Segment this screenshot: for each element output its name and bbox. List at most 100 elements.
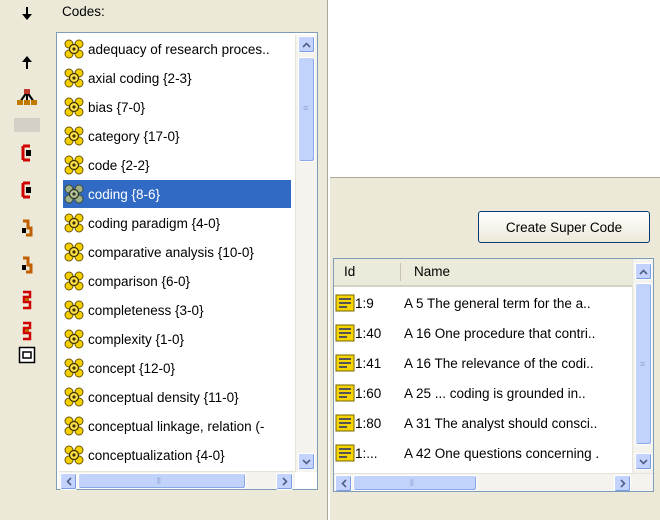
create-super-code-button[interactable]: Create Super Code (478, 211, 650, 243)
code-label: conceptual linkage, relation (- (88, 418, 265, 434)
quotations-table[interactable]: Id Name 1:9 A 5 The general term for the … (333, 258, 654, 492)
code-list-item[interactable]: comparative analysis {10-0} (63, 238, 291, 266)
code-icon (63, 357, 85, 379)
quotations-vertical-scrollbar[interactable]: ≡ (632, 259, 653, 473)
code-list-item[interactable]: conceptual density {11-0} (63, 383, 291, 411)
quotation-name: A 16 The relevance of the codi.. (404, 356, 594, 371)
code-icon (63, 154, 85, 176)
quotation-icon (335, 324, 355, 342)
code-icon (63, 270, 85, 292)
quotation-name: A 42 One questions concerning . (404, 446, 600, 461)
table-row[interactable]: 1:41 A 16 The relevance of the codi.. (334, 350, 634, 378)
scroll-thumb[interactable]: ≡ (635, 283, 652, 445)
quotation-icon (335, 444, 355, 462)
code-label: comparative analysis {10-0} (88, 244, 254, 260)
code-label: adequacy of research proces.. (88, 41, 270, 57)
table-row[interactable]: 1:... A 42 One questions concerning . (334, 440, 634, 468)
quotation-icon (335, 414, 355, 432)
quotations-horizontal-scrollbar[interactable]: ⫴ (334, 473, 653, 491)
code-label: comparison {6-0} (88, 273, 191, 289)
table-row[interactable]: 1:40 A 16 One procedure that contri.. (334, 320, 634, 348)
table-row[interactable]: 1:80 A 31 The analyst should consci.. (334, 410, 634, 438)
scroll-right-button[interactable] (614, 475, 631, 491)
scroll-left-button[interactable] (60, 473, 77, 490)
quotation-id: 1:9 (355, 296, 374, 311)
scroll-thumb[interactable]: ⫴ (78, 473, 246, 489)
orange-bracket-icon[interactable] (16, 254, 38, 276)
code-icon (63, 125, 85, 147)
code-list-item[interactable]: axial coding {2-3} (63, 64, 291, 92)
quotation-name: A 16 One procedure that contri.. (404, 326, 596, 341)
code-icon (63, 96, 85, 118)
code-label: completeness {3-0} (88, 302, 204, 318)
scroll-down-button[interactable] (298, 453, 315, 470)
quotation-icon (335, 294, 355, 312)
table-row[interactable]: 1:60 A 25 ... coding is grounded in.. (334, 380, 634, 408)
code-icon (63, 386, 85, 408)
grip-icon: ⫴ (410, 478, 414, 488)
scroll-up-button[interactable] (635, 263, 652, 280)
grip-icon: ⫴ (157, 476, 161, 486)
code-list-item[interactable]: category {17-0} (63, 122, 291, 150)
quotation-id: 1:41 (355, 356, 382, 371)
quotation-name: A 5 The general term for the a.. (404, 296, 591, 311)
red-bracket-icon[interactable] (16, 142, 38, 164)
scroll-right-button[interactable] (276, 473, 293, 490)
grip-icon: ≡ (640, 359, 646, 369)
quotation-icon (335, 384, 355, 402)
scroll-thumb[interactable]: ≡ (298, 57, 315, 162)
framed-box-icon[interactable] (16, 344, 38, 366)
column-header-id[interactable]: Id (344, 259, 355, 285)
scroll-left-button[interactable] (335, 475, 352, 491)
code-list-item[interactable]: complexity {1-0} (63, 325, 291, 353)
code-icon (63, 299, 85, 321)
code-label: complexity {1-0} (88, 331, 185, 347)
code-label: coding {8-6} (88, 186, 161, 202)
code-list-item[interactable]: concept {12-0} (63, 354, 291, 382)
code-label: axial coding {2-3} (88, 70, 192, 86)
grip-icon: ≡ (303, 103, 309, 113)
red-bracket-icon[interactable] (16, 179, 38, 201)
code-icon (63, 67, 85, 89)
code-label: category {17-0} (88, 128, 180, 144)
code-icon (63, 444, 85, 466)
quotation-id: 1:80 (355, 416, 382, 431)
code-icon (63, 415, 85, 437)
arrow-down-icon[interactable] (16, 3, 38, 25)
code-label: code {2-2} (88, 157, 150, 173)
code-label: conceptualization {4-0} (88, 447, 225, 463)
code-list-vertical-scrollbar[interactable]: ≡ (295, 35, 317, 472)
code-list-item[interactable]: adequacy of research proces.. (63, 35, 291, 63)
code-list-horizontal-scrollbar[interactable]: ⫴ (59, 471, 295, 490)
codes-label: Codes: (62, 4, 105, 19)
code-list[interactable]: adequacy of research proces.. axial codin… (56, 32, 318, 490)
code-icon (63, 38, 85, 60)
table-header: Id Name (334, 259, 634, 287)
code-list-item[interactable]: completeness {3-0} (63, 296, 291, 324)
code-list-item[interactable]: conceptualization {4-0} (63, 441, 291, 469)
code-preview-pane (330, 0, 660, 178)
code-list-item[interactable]: coding {8-6} (63, 180, 291, 208)
network-icon[interactable] (16, 86, 38, 108)
red-orange-bracket-icon[interactable] (16, 289, 38, 311)
column-header-name[interactable]: Name (414, 259, 450, 285)
arrow-up-icon[interactable] (16, 51, 38, 73)
code-icon (63, 183, 85, 205)
orange-bracket-icon[interactable] (16, 217, 38, 239)
code-list-item[interactable]: comparison {6-0} (63, 267, 291, 295)
code-icon (63, 328, 85, 350)
table-row[interactable]: 1:9 A 5 The general term for the a.. (334, 290, 634, 318)
scroll-up-button[interactable] (298, 36, 315, 53)
scroll-thumb[interactable]: ⫴ (353, 475, 477, 491)
code-list-item[interactable]: code {2-2} (63, 151, 291, 179)
quotation-icon (335, 354, 355, 372)
red-orange-bracket-icon[interactable] (16, 320, 38, 342)
quotation-name: A 31 The analyst should consci.. (404, 416, 598, 431)
code-label: coding paradigm {4-0} (88, 215, 221, 231)
column-divider[interactable] (400, 263, 401, 281)
code-list-item[interactable]: bias {7-0} (63, 93, 291, 121)
scroll-down-button[interactable] (635, 453, 652, 470)
code-list-item[interactable]: conceptual linkage, relation (- (63, 412, 291, 440)
code-list-item[interactable]: coding paradigm {4-0} (63, 209, 291, 237)
code-icon (63, 212, 85, 234)
